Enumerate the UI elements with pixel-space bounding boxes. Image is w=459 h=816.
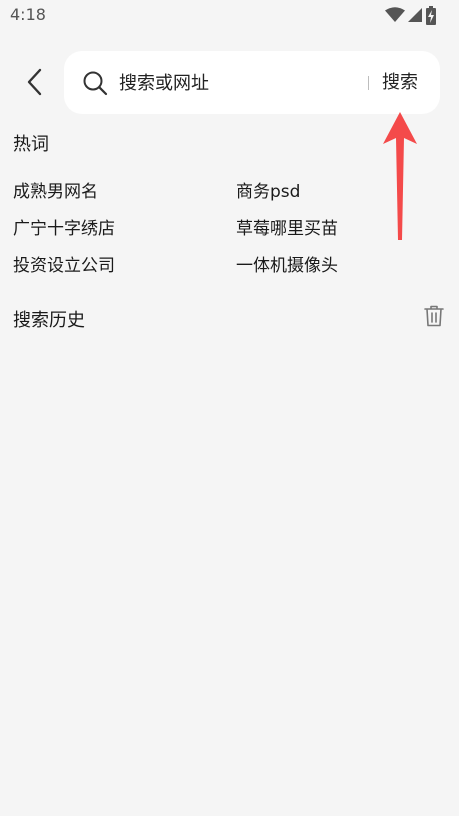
signal-icon bbox=[408, 8, 422, 22]
search-history-title: 搜索历史 bbox=[13, 310, 85, 331]
hot-word-item[interactable]: 草莓哪里买苗 bbox=[236, 218, 338, 240]
status-icons bbox=[385, 5, 437, 25]
clear-history-button[interactable] bbox=[420, 302, 448, 330]
search-button[interactable]: 搜索 bbox=[382, 70, 418, 96]
hot-word-item[interactable]: 投资设立公司 bbox=[13, 255, 115, 277]
wifi-icon bbox=[385, 7, 405, 22]
hot-word-item[interactable]: 成熟男网名 bbox=[13, 181, 98, 203]
status-time: 4:18 bbox=[10, 5, 46, 24]
search-divider bbox=[368, 76, 369, 90]
chevron-left-icon bbox=[27, 68, 42, 96]
search-bar: 搜索 bbox=[64, 51, 440, 114]
status-bar: 4:18 bbox=[0, 0, 459, 30]
search-input[interactable] bbox=[119, 71, 359, 95]
hot-word-item[interactable]: 商务psd bbox=[236, 181, 300, 203]
search-icon bbox=[83, 71, 108, 96]
battery-charging-icon bbox=[426, 5, 436, 25]
hot-word-item[interactable]: 一体机摄像头 bbox=[236, 255, 338, 277]
trash-icon bbox=[424, 305, 444, 327]
back-button[interactable] bbox=[16, 64, 52, 100]
annotation-arrow-icon bbox=[383, 112, 417, 240]
hot-words-title: 热词 bbox=[13, 134, 49, 155]
hot-word-item[interactable]: 广宁十字绣店 bbox=[13, 218, 115, 240]
